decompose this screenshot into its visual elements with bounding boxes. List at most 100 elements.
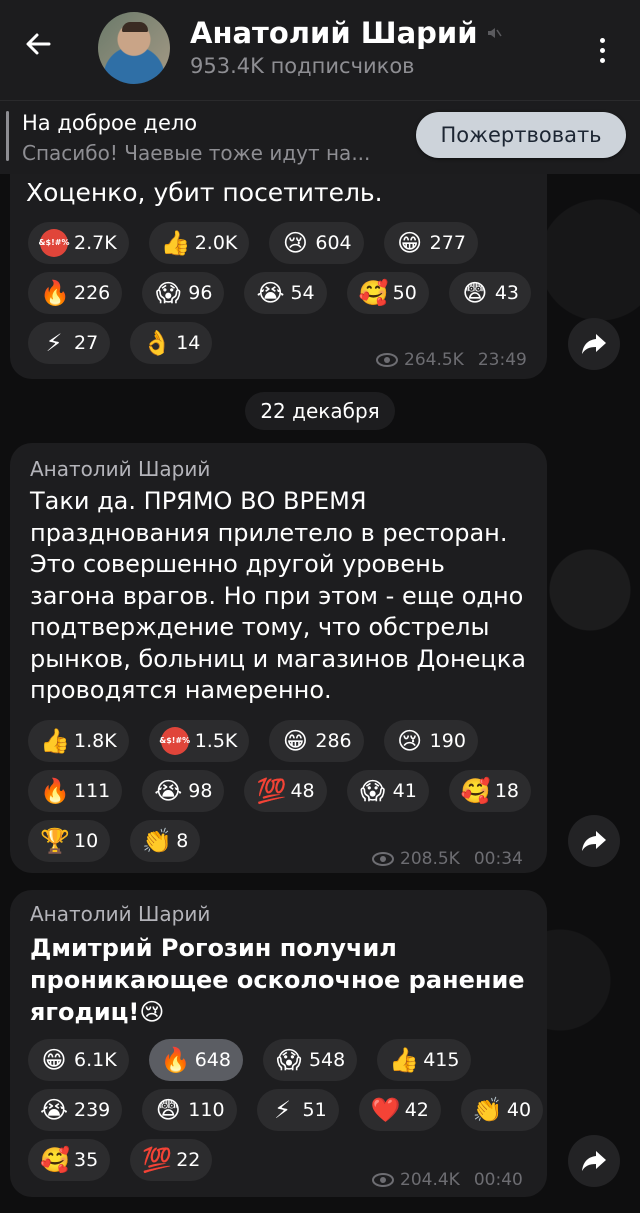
clapping-hands-icon: 👏 [142, 827, 173, 855]
message-bubble[interactable]: Анатолий Шарий Дмитрий Рогозин получил п… [10, 890, 547, 1197]
trophy-icon: 🏆 [40, 827, 70, 855]
reaction-chip[interactable]: ❤️ 42 [358, 1089, 441, 1131]
reaction-chip[interactable]: 😁 277 [383, 222, 478, 264]
reaction-chip[interactable]: 😢 604 [269, 222, 364, 264]
view-count: 264.5K [404, 350, 464, 370]
donate-button[interactable]: Пожертвовать [416, 112, 626, 158]
muted-icon [487, 28, 502, 38]
reaction-count: 1.8K [74, 730, 117, 752]
dot-icon [599, 47, 605, 53]
share-button[interactable] [568, 1135, 620, 1187]
view-count: 208.5K [400, 849, 460, 869]
message-bubble[interactable]: Хоценко, убит посетитель. &$!#% 2.7K 👍 2.0K… [10, 174, 547, 379]
fire-icon: 🔥 [40, 777, 70, 805]
hundred-points-icon: 💯 [142, 1146, 173, 1174]
reaction-chip[interactable]: 👏 8 [130, 820, 201, 862]
reaction-chip[interactable]: 😁 286 [269, 720, 364, 762]
reaction-chip[interactable]: ⚡ 27 [28, 322, 111, 364]
reaction-chip[interactable]: 🏆 10 [28, 820, 111, 862]
reaction-count: 2.7K [74, 232, 117, 254]
message-time: 23:49 [477, 350, 527, 370]
reaction-chip[interactable]: 🔥 226 [28, 272, 123, 314]
reaction-chip[interactable]: 💯 22 [130, 1139, 213, 1181]
channel-title[interactable]: Анатолий Шарий [190, 16, 502, 50]
more-menu-button[interactable] [590, 30, 614, 70]
reaction-chip[interactable]: 🥰 50 [346, 272, 429, 314]
reaction-count: 18 [494, 780, 520, 802]
reaction-chip[interactable]: 😭 54 [244, 272, 327, 314]
reaction-chip[interactable]: 👏 40 [460, 1089, 544, 1131]
reaction-count: 54 [290, 282, 315, 304]
reaction-count: 548 [308, 1049, 346, 1071]
reaction-count: 14 [176, 332, 201, 354]
channel-name: Анатолий Шарий [190, 16, 478, 50]
reaction-count: 35 [74, 1149, 99, 1171]
reaction-chip[interactable]: 👍 415 [377, 1039, 472, 1081]
share-arrow-icon [582, 334, 606, 354]
reaction-count: 98 [188, 780, 213, 802]
angry-face-icon: &$!#% [39, 229, 69, 257]
reaction-count: 277 [429, 232, 466, 254]
reaction-count: 648 [194, 1049, 231, 1071]
reaction-chip[interactable]: 😭 239 [28, 1089, 123, 1131]
reaction-chip[interactable]: 😁 6.1K [28, 1039, 129, 1081]
fire-icon: 🔥 [160, 1046, 191, 1074]
reaction-chip[interactable]: 😢 190 [383, 720, 478, 762]
reaction-chip[interactable]: 👌 14 [130, 322, 213, 364]
message-bubble[interactable]: Анатолий Шарий Таки да. ПРЯМО ВО ВРЕМЯ п… [10, 443, 547, 873]
reaction-chip[interactable]: 😨 43 [448, 272, 532, 314]
reaction-chip[interactable]: ⚡ 51 [256, 1089, 339, 1131]
reaction-count: 43 [494, 282, 520, 304]
reaction-count: 50 [392, 282, 417, 304]
reaction-count: 604 [315, 232, 352, 254]
pinned-text: Спасибо! Чаевые тоже идут на... [22, 141, 371, 165]
views-eye-icon [376, 353, 398, 367]
reaction-count: 286 [315, 730, 352, 752]
reaction-chip[interactable]: 😱 96 [142, 272, 225, 314]
ok-hand-icon: 👌 [142, 329, 173, 357]
grin-face-icon: 😁 [41, 1046, 67, 1074]
clapping-hands-icon: 👏 [472, 1096, 503, 1124]
reaction-chip[interactable]: 👍 2.0K [148, 222, 250, 264]
share-button[interactable] [568, 318, 620, 370]
scream-face-icon: 😱 [360, 777, 386, 805]
channel-avatar[interactable] [98, 12, 170, 84]
crying-face-icon: 😢 [282, 229, 308, 257]
lightning-icon: ⚡ [274, 1096, 291, 1124]
hundred-points-icon: 💯 [256, 777, 287, 805]
reaction-count: 226 [74, 282, 111, 304]
reaction-count: 2.0K [194, 232, 238, 254]
reaction-chip[interactable]: 😨 110 [142, 1089, 237, 1131]
smiling-hearts-face-icon: 🥰 [40, 1146, 70, 1174]
share-button[interactable] [568, 815, 620, 867]
reaction-count: 1.5K [194, 730, 238, 752]
fire-icon: 🔥 [40, 279, 70, 307]
crying-face-icon: 😢 [397, 727, 423, 755]
chat-header: Анатолий Шарий 953.4K подписчиков [0, 0, 640, 100]
reaction-count: 96 [188, 282, 213, 304]
share-arrow-icon [582, 831, 606, 851]
reaction-count: 22 [176, 1149, 201, 1171]
reaction-chip[interactable]: 🔥 111 [28, 770, 123, 812]
reaction-chip[interactable]: 👍 1.8K [28, 720, 129, 762]
reaction-chip[interactable]: 🥰 35 [28, 1139, 111, 1181]
reaction-count: 10 [74, 830, 99, 852]
reaction-chip[interactable]: &$!#% 1.5K [148, 720, 250, 762]
reaction-chip[interactable]: 😭 98 [142, 770, 225, 812]
reaction-chip[interactable]: &$!#% 2.7K [28, 222, 129, 264]
dot-icon [599, 37, 605, 43]
reaction-count: 190 [429, 730, 466, 752]
view-count: 204.4K [400, 1170, 460, 1190]
sobbing-face-icon: 😭 [256, 279, 285, 307]
reaction-count: 8 [176, 830, 189, 852]
reaction-chip[interactable]: 🔥 648 [148, 1039, 243, 1081]
heart-icon: ❤️ [370, 1096, 401, 1124]
reaction-chip[interactable]: 😱 41 [346, 770, 429, 812]
fearful-face-icon: 😨 [462, 279, 488, 307]
reaction-chip[interactable]: 💯 48 [244, 770, 327, 812]
reaction-chip[interactable]: 🥰 18 [448, 770, 532, 812]
fearful-face-icon: 😨 [155, 1096, 181, 1124]
reaction-chip[interactable]: 😱 548 [262, 1039, 358, 1081]
back-button[interactable] [18, 24, 58, 64]
smiling-hearts-face-icon: 🥰 [358, 279, 389, 307]
